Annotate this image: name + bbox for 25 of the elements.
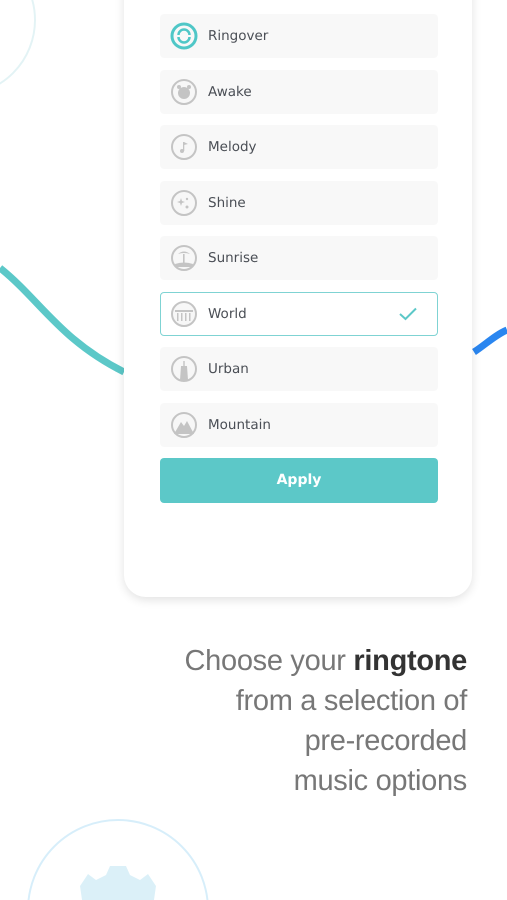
ringtone-option[interactable]: Mountain	[160, 402, 438, 446]
ringtone-name: World	[208, 306, 248, 322]
ringtone-option[interactable]: Melody	[160, 125, 438, 169]
sparkles-icon	[170, 188, 198, 216]
ringtone-name: Urban	[208, 361, 250, 377]
ringtone-option[interactable]: World	[160, 292, 438, 336]
ringtone-name: Awake	[208, 84, 253, 100]
columns-icon	[170, 300, 198, 328]
ringtone-option[interactable]: Shine	[160, 180, 438, 224]
tower-icon	[170, 355, 198, 383]
ringover-logo-icon	[170, 22, 198, 50]
caption-text: Choose your ringtone from a selection of pre-recorded music options	[184, 644, 467, 798]
music-note-icon	[170, 133, 198, 161]
alarm-clock-icon	[170, 78, 198, 106]
ringtone-option[interactable]: Awake	[160, 70, 438, 114]
ringtone-option[interactable]: Ringover	[160, 14, 438, 58]
ringtone-name: Sunrise	[208, 250, 260, 266]
checkmark-icon	[399, 306, 417, 320]
ringtone-name: Shine	[208, 194, 247, 210]
mountain-icon	[170, 410, 198, 438]
ringtone-name: Mountain	[208, 416, 272, 432]
ringtone-name: Ringover	[208, 28, 270, 44]
ringtone-option[interactable]: Urban	[160, 347, 438, 391]
ringtone-option[interactable]: Sunrise	[160, 236, 438, 280]
ringtone-name: Melody	[208, 139, 258, 155]
